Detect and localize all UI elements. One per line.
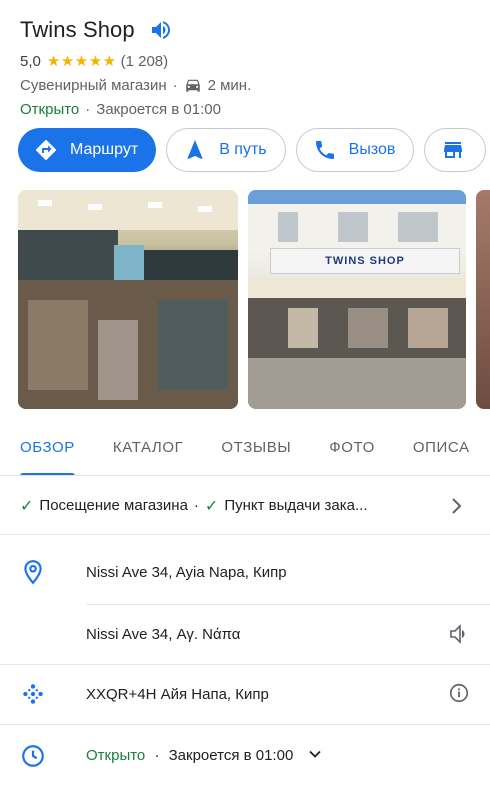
address-text: Nissi Ave 34, Ayia Napa, Кипр (86, 563, 287, 581)
plus-code-row[interactable]: XXQR+4H Айя Напа, Кипр (0, 674, 490, 714)
category-row: Сувенирный магазин · 2 мин. (20, 74, 480, 96)
photo-carousel[interactable]: TWINS SHOP (18, 190, 490, 409)
divider (0, 724, 490, 725)
hours-close: Закроется в 01:00 (168, 746, 294, 764)
place-header: Twins Shop 5,0 ★★★★★ (1 208) Сувенирный … (20, 14, 480, 120)
service-in-store: Посещение магазина (39, 497, 188, 514)
tab-photos[interactable]: ФОТО (329, 420, 375, 475)
local-address-row[interactable]: Nissi Ave 34, Αγ. Νάπα (0, 614, 490, 654)
open-status: Открыто (20, 100, 80, 118)
speaker-icon[interactable] (448, 622, 472, 646)
tab-bar: ОБЗОР КАТАЛОГ ОТЗЫВЫ ФОТО ОПИСА (0, 420, 490, 476)
shop-sign: TWINS SHOP (270, 248, 460, 274)
rating-stars: ★★★★★ (46, 53, 117, 70)
speaker-icon[interactable] (149, 18, 173, 42)
rating-value: 5,0 (20, 52, 41, 70)
drive-time: 2 мин. (207, 76, 252, 94)
plus-code-icon (20, 681, 46, 707)
rating-row[interactable]: 5,0 ★★★★★ (1 208) (20, 50, 480, 72)
action-buttons: Маршрут В путь Вызов (18, 128, 490, 172)
service-pickup: Пункт выдачи зака... (224, 497, 368, 514)
tab-description[interactable]: ОПИСА (413, 420, 470, 475)
phone-icon (313, 138, 337, 162)
tab-catalog[interactable]: КАТАЛОГ (113, 420, 183, 475)
chevron-right-icon[interactable] (444, 494, 468, 518)
start-label: В путь (219, 141, 267, 158)
store-exterior-photo[interactable]: TWINS SHOP (248, 190, 466, 409)
directions-label: Маршрут (70, 141, 139, 158)
divider (86, 604, 490, 605)
directions-button[interactable]: Маршрут (18, 128, 157, 172)
start-button[interactable]: В путь (166, 128, 286, 172)
separator: · (85, 100, 91, 118)
call-button[interactable]: Вызов (295, 128, 415, 172)
hours-row[interactable]: Открыто · Закроется в 01:00 (0, 736, 490, 776)
car-icon (184, 76, 202, 94)
separator: · (154, 746, 160, 764)
clock-icon (20, 743, 46, 769)
hours-open: Открыто (86, 746, 146, 764)
store-icon (441, 138, 465, 162)
check-icon: ✓ (20, 497, 34, 515)
status-row: Открыто · Закроется в 01:00 (20, 98, 480, 120)
plus-code-text: XXQR+4H Айя Напа, Кипр (86, 685, 269, 703)
divider (0, 664, 490, 665)
tab-reviews[interactable]: ОТЗЫВЫ (221, 420, 291, 475)
separator: · (172, 76, 178, 94)
local-address-text: Nissi Ave 34, Αγ. Νάπα (86, 625, 241, 643)
photo-thumbnail-partial[interactable] (476, 190, 490, 409)
location-pin-icon (20, 559, 46, 585)
tab-overview[interactable]: ОБЗОР (20, 420, 75, 475)
separator: · (193, 497, 199, 514)
address-row[interactable]: Nissi Ave 34, Ayia Napa, Кипр (0, 552, 490, 592)
chevron-down-icon[interactable] (305, 744, 325, 768)
directions-icon (34, 138, 58, 162)
store-interior-photo[interactable] (18, 190, 238, 409)
category-label: Сувенирный магазин (20, 76, 167, 94)
review-count: (1 208) (120, 52, 169, 70)
close-time: Закроется в 01:00 (96, 100, 221, 118)
place-title: Twins Shop (20, 17, 135, 42)
store-button[interactable] (424, 128, 487, 172)
call-label: Вызов (348, 141, 396, 158)
check-icon: ✓ (204, 497, 219, 515)
hours-text: Открыто · Закроется в 01:00 (86, 744, 325, 768)
info-icon[interactable] (448, 682, 472, 706)
services-row[interactable]: ✓ Посещение магазина · ✓ Пункт выдачи за… (0, 477, 490, 535)
navigation-icon (183, 138, 207, 162)
